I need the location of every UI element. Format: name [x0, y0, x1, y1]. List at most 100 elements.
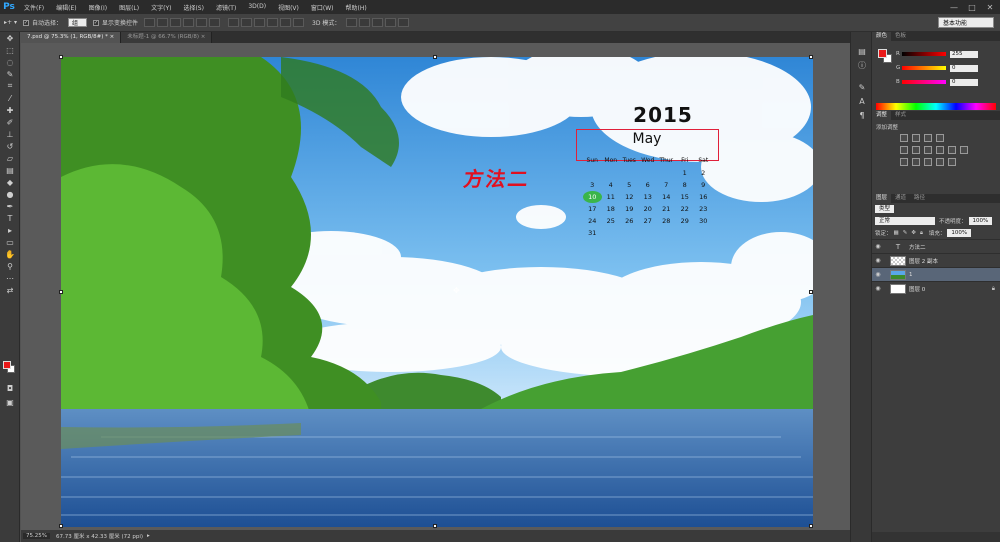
workspace-dropdown[interactable]: 基本功能: [938, 17, 994, 28]
character-panel-icon[interactable]: A: [851, 94, 873, 108]
black-white-icon[interactable]: [936, 146, 944, 154]
marquee-tool-icon[interactable]: ⬚: [0, 44, 20, 56]
align-bottom-icon[interactable]: [170, 18, 182, 27]
brightness-icon[interactable]: [900, 134, 908, 142]
layer-row[interactable]: ◉ 图层 2 副本: [872, 253, 1000, 267]
transform-handle[interactable]: [433, 524, 437, 528]
status-menu-icon[interactable]: ▸: [147, 533, 150, 539]
shape-tool-icon[interactable]: ▭: [0, 236, 20, 248]
tab-styles[interactable]: 样式: [891, 111, 910, 120]
gradient-map-icon[interactable]: [936, 158, 944, 166]
close-tab-icon[interactable]: ×: [201, 34, 206, 40]
distribute-left-icon[interactable]: [267, 18, 279, 27]
history-panel-icon[interactable]: ▤: [851, 44, 873, 58]
dodge-tool-icon[interactable]: ●: [0, 188, 20, 200]
paragraph-panel-icon[interactable]: ¶: [851, 108, 873, 122]
eye-icon[interactable]: ◉: [872, 243, 884, 250]
auto-select-checkbox[interactable]: ✓: [22, 19, 29, 26]
lock-position-icon[interactable]: ✥: [911, 230, 916, 236]
transform-handle[interactable]: [59, 524, 63, 528]
default-colors-icon[interactable]: ⇄: [0, 284, 20, 296]
tab-adjustments[interactable]: 调整: [872, 111, 892, 120]
doc-tab[interactable]: 未标题-1 @ 66.7% (RGB/8) ×: [121, 32, 213, 43]
color-balance-icon[interactable]: [924, 146, 932, 154]
lasso-tool-icon[interactable]: ◌: [0, 56, 20, 68]
minimize-icon[interactable]: —: [946, 0, 962, 14]
pen-tool-icon[interactable]: ✒: [0, 200, 20, 212]
quick-select-tool-icon[interactable]: ✎: [0, 68, 20, 80]
type-tool-icon[interactable]: T: [0, 212, 20, 224]
vibrance-icon[interactable]: [900, 146, 908, 154]
canvas-area[interactable]: 2015 May Sun Mon Tues Wed Thur Fri Sat 1 2 3 4 5 6 7 8…: [21, 43, 850, 530]
foreground-color-swatch[interactable]: [3, 361, 11, 369]
hand-tool-icon[interactable]: ✋: [0, 248, 20, 260]
align-top-icon[interactable]: [144, 18, 156, 27]
move-tool-icon[interactable]: ✥: [0, 32, 20, 44]
distribute-right-icon[interactable]: [293, 18, 305, 27]
distribute-top-icon[interactable]: [228, 18, 240, 27]
distribute-bottom-icon[interactable]: [254, 18, 266, 27]
zoom-tool-icon[interactable]: ⚲: [0, 260, 20, 272]
b-slider[interactable]: [902, 80, 946, 84]
clone-stamp-tool-icon[interactable]: ⊥: [0, 128, 20, 140]
menu-item-10[interactable]: 帮助(H): [340, 3, 373, 12]
roll-3d-icon[interactable]: [359, 18, 371, 27]
eye-icon[interactable]: ◉: [872, 285, 884, 292]
layer-row[interactable]: ◉ T 方法二: [872, 239, 1000, 253]
show-transform-checkbox[interactable]: ✓: [93, 19, 99, 26]
brush-tool-icon[interactable]: ✐: [0, 116, 20, 128]
r-value-input[interactable]: 255: [950, 50, 978, 58]
panel-foreground-swatch[interactable]: [878, 49, 887, 58]
menu-item-7[interactable]: 3D(D): [242, 3, 272, 12]
transform-handle[interactable]: [433, 55, 437, 59]
scale-3d-icon[interactable]: [398, 18, 410, 27]
color-spectrum[interactable]: [876, 103, 996, 110]
eye-icon[interactable]: ◉: [872, 271, 884, 278]
threshold-icon[interactable]: [924, 158, 932, 166]
zoom-level[interactable]: 75.25%: [23, 533, 50, 539]
eye-icon[interactable]: ◉: [872, 257, 884, 264]
maximize-icon[interactable]: □: [964, 0, 980, 14]
transform-handle[interactable]: [809, 55, 813, 59]
path-select-tool-icon[interactable]: ▸: [0, 224, 20, 236]
align-left-icon[interactable]: [183, 18, 195, 27]
transform-handle[interactable]: [809, 524, 813, 528]
auto-select-dropdown[interactable]: 组: [67, 18, 87, 27]
opacity-input[interactable]: 100%: [968, 217, 993, 225]
blur-tool-icon[interactable]: ◆: [0, 176, 20, 188]
tab-channels[interactable]: 通道: [891, 194, 910, 203]
hue-saturation-icon[interactable]: [912, 146, 920, 154]
menu-item-6[interactable]: 滤镜(T): [210, 3, 242, 12]
align-center-icon[interactable]: [196, 18, 208, 27]
rotate-3d-icon[interactable]: [346, 18, 358, 27]
distribute-center-icon[interactable]: [280, 18, 292, 27]
layer-kind-filter[interactable]: 类型: [875, 205, 895, 213]
posterize-icon[interactable]: [912, 158, 920, 166]
levels-icon[interactable]: [912, 134, 920, 142]
lock-transparent-icon[interactable]: ▦: [894, 230, 899, 236]
history-brush-tool-icon[interactable]: ↺: [0, 140, 20, 152]
eraser-tool-icon[interactable]: ▱: [0, 152, 20, 164]
screen-mode-icon[interactable]: ▣: [0, 396, 20, 408]
crop-tool-icon[interactable]: ⌗: [0, 80, 20, 92]
menu-item-8[interactable]: 视图(V): [272, 3, 305, 12]
tab-swatches[interactable]: 色板: [891, 32, 910, 41]
tab-layers[interactable]: 图层: [872, 194, 892, 203]
slide-3d-icon[interactable]: [385, 18, 397, 27]
brush-panel-icon[interactable]: ✎: [851, 80, 873, 94]
landscape-photo[interactable]: [61, 57, 813, 527]
pan-3d-icon[interactable]: [372, 18, 384, 27]
more-tools-icon[interactable]: ⋯: [0, 272, 20, 284]
g-value-input[interactable]: 0: [950, 64, 978, 72]
align-middle-icon[interactable]: [157, 18, 169, 27]
close-tab-icon[interactable]: ×: [110, 34, 115, 40]
distribute-middle-icon[interactable]: [241, 18, 253, 27]
tab-color[interactable]: 颜色: [872, 32, 892, 41]
properties-panel-icon[interactable]: ⓘ: [851, 58, 873, 72]
photo-filter-icon[interactable]: [948, 146, 956, 154]
gradient-tool-icon[interactable]: ▤: [0, 164, 20, 176]
menu-item-3[interactable]: 图层(L): [113, 3, 145, 12]
align-right-icon[interactable]: [209, 18, 221, 27]
tab-paths[interactable]: 路径: [910, 194, 929, 203]
menu-item-1[interactable]: 编辑(E): [50, 3, 82, 12]
